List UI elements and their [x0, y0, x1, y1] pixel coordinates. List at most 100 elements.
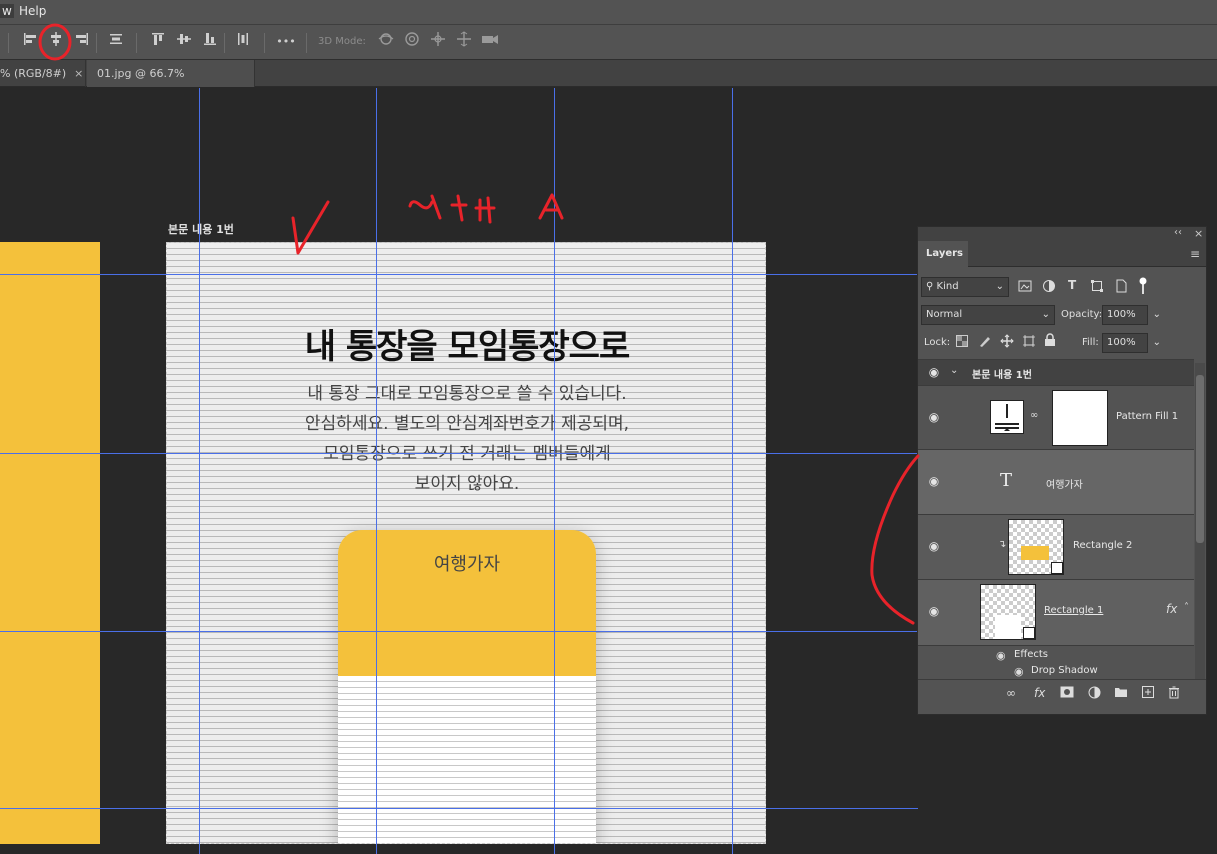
layer-name: Pattern Fill 1 [1116, 411, 1179, 422]
drop-shadow-row[interactable]: ◉ Drop Shadow [918, 663, 1194, 679]
guide-vertical[interactable] [199, 88, 200, 854]
artboard-label[interactable]: 본문 내용 1번 [168, 221, 234, 237]
tab-layers[interactable]: Layers [918, 241, 968, 267]
link-icon[interactable]: ∞ [1030, 410, 1038, 421]
guide-horizontal[interactable] [0, 631, 918, 632]
filter-type-icon[interactable]: T [1068, 278, 1076, 292]
guide-vertical[interactable] [732, 88, 733, 854]
3d-orbit-icon[interactable] [376, 31, 396, 53]
collapse-panel-icon[interactable]: ‹‹ [1174, 227, 1182, 238]
filter-kind-select[interactable]: ⚲ Kind ⌄ [921, 277, 1009, 297]
3d-slide-icon[interactable] [454, 31, 474, 53]
layer-mask-thumbnail [1052, 390, 1108, 446]
tab-document-1[interactable]: % (RGB/8#) × [0, 60, 86, 87]
filter-pixel-icon[interactable] [1018, 279, 1032, 296]
opacity-label: Opacity: [1061, 309, 1103, 320]
chevron-down-icon: ⌄ [995, 281, 1004, 292]
chevron-down-icon[interactable]: ⌄ [950, 365, 958, 376]
options-bar: ••• 3D Mode: [0, 24, 1217, 60]
align-vertical-centers-icon[interactable] [174, 31, 194, 53]
eye-icon[interactable]: ◉ [926, 410, 942, 424]
tab-document-2[interactable]: 01.jpg @ 66.7% (RGB/8#)× [87, 60, 255, 107]
eye-icon[interactable]: ◉ [926, 474, 942, 488]
lock-label: Lock: [924, 337, 951, 348]
layers-panel: ‹‹ × Layers ≡ ⚲ Kind ⌄ T Normal ⌄ Opacit… [917, 226, 1207, 715]
distribute-horizontal-icon[interactable] [233, 31, 253, 53]
yellow-rect-preview [1021, 546, 1049, 560]
close-panel-icon[interactable]: × [1194, 227, 1203, 240]
eye-icon[interactable]: ◉ [926, 365, 942, 379]
align-right-edges-icon[interactable] [72, 31, 92, 53]
new-adjustment-layer-icon[interactable] [1088, 686, 1101, 702]
white-rect-preview [995, 615, 1021, 639]
layer-name: 여행가자 [1046, 480, 1083, 491]
add-mask-icon[interactable] [1060, 686, 1074, 701]
new-layer-icon[interactable] [1142, 686, 1154, 701]
panel-menu-icon[interactable]: ≡ [1190, 247, 1200, 261]
3d-roll-icon[interactable] [402, 31, 422, 53]
layers-scrollbar[interactable] [1195, 363, 1205, 679]
lock-position-move-icon[interactable] [1000, 334, 1014, 351]
layer-group-row[interactable]: ◉ ⌄ 본문 내용 1번 [918, 359, 1194, 385]
chevron-down-icon[interactable]: ⌄ [1153, 334, 1161, 352]
3d-camera-icon[interactable] [480, 31, 500, 53]
chevron-down-icon: ⌄ [1041, 309, 1050, 320]
layer-row-rectangle-1[interactable]: ◉ Rectangle 1 fx ˄ [918, 579, 1194, 645]
eye-icon[interactable]: ◉ [1014, 665, 1024, 678]
distribute-vertical-icon[interactable] [106, 31, 126, 53]
fill-value: 100% [1107, 337, 1136, 348]
guide-horizontal[interactable] [0, 453, 918, 454]
document-tabs: % (RGB/8#) × 01.jpg @ 66.7% (RGB/8#)× [0, 60, 1217, 107]
fx-icon[interactable]: fx [1166, 602, 1177, 616]
artboard[interactable]: 내 통장을 모임통장으로 내 통장 그대로 모임통장으로 쓸 수 있습니다. 안… [166, 242, 766, 844]
scrollbar-thumb[interactable] [1196, 375, 1204, 543]
pattern-thumbnail [990, 400, 1024, 434]
lock-all-icon[interactable] [1044, 333, 1056, 350]
eye-icon[interactable]: ◉ [996, 649, 1006, 662]
align-bottom-edges-icon[interactable] [200, 31, 220, 53]
filter-adjustment-icon[interactable] [1042, 279, 1056, 296]
filter-toggle-icon[interactable] [1138, 277, 1148, 295]
opacity-input[interactable]: 100% ⌄ [1102, 305, 1161, 325]
guide-horizontal[interactable] [0, 274, 918, 275]
layer-name: Rectangle 1 [1044, 605, 1104, 616]
blend-mode-value: Normal [926, 309, 963, 320]
new-group-folder-icon[interactable] [1114, 686, 1128, 701]
layer-row-pattern-fill[interactable]: ◉ ∞ Pattern Fill 1 [918, 385, 1194, 449]
filter-smart-object-icon[interactable] [1114, 279, 1128, 296]
layer-row-text[interactable]: ◉ T 여행가자 [918, 449, 1194, 514]
align-horizontal-centers-icon[interactable] [46, 31, 66, 53]
align-left-edges-icon[interactable] [20, 31, 40, 53]
guide-horizontal[interactable] [0, 808, 918, 809]
lock-image-brush-icon[interactable] [978, 334, 992, 351]
layers-bottom-toolbar: ∞ fx [918, 679, 1206, 709]
fill-input[interactable]: 100% ⌄ [1102, 333, 1161, 353]
eye-icon[interactable]: ◉ [926, 604, 942, 618]
chevron-down-icon[interactable]: ⌄ [1153, 306, 1161, 324]
menu-window[interactable]: w [0, 4, 14, 18]
guide-vertical[interactable] [376, 88, 377, 854]
delete-layer-trash-icon[interactable] [1168, 686, 1180, 702]
layer-row-rectangle-2[interactable]: ◉ ↴ Rectangle 2 [918, 514, 1194, 579]
align-top-edges-icon[interactable] [148, 31, 168, 53]
chevron-up-icon[interactable]: ˄ [1184, 602, 1189, 613]
lock-transparent-icon[interactable] [956, 335, 968, 350]
blend-mode-select[interactable]: Normal ⌄ [921, 305, 1055, 325]
close-icon[interactable]: × [74, 67, 83, 80]
effects-row[interactable]: ◉ Effects [918, 645, 1194, 663]
link-layers-icon[interactable]: ∞ [1006, 686, 1016, 700]
body-line: 보이지 않아요. [414, 474, 520, 494]
body-text: 내 통장 그대로 모임통장으로 쓸 수 있습니다. 안심하세요. 별도의 안심계… [167, 379, 765, 499]
add-style-fx-icon[interactable]: fx [1034, 686, 1045, 700]
separator [306, 33, 307, 53]
guide-vertical[interactable] [554, 88, 555, 854]
opacity-value: 100% [1107, 309, 1136, 320]
3d-pan-icon[interactable] [428, 31, 448, 53]
filter-shape-icon[interactable] [1090, 279, 1104, 296]
lock-artboard-icon[interactable] [1022, 334, 1036, 351]
headline: 내 통장을 모임통장으로 [304, 327, 630, 367]
eye-icon[interactable]: ◉ [926, 539, 942, 553]
more-options-icon[interactable]: ••• [276, 31, 296, 53]
layers-tab-row: Layers ≡ [918, 241, 1206, 267]
menu-help[interactable]: Help [19, 4, 46, 18]
